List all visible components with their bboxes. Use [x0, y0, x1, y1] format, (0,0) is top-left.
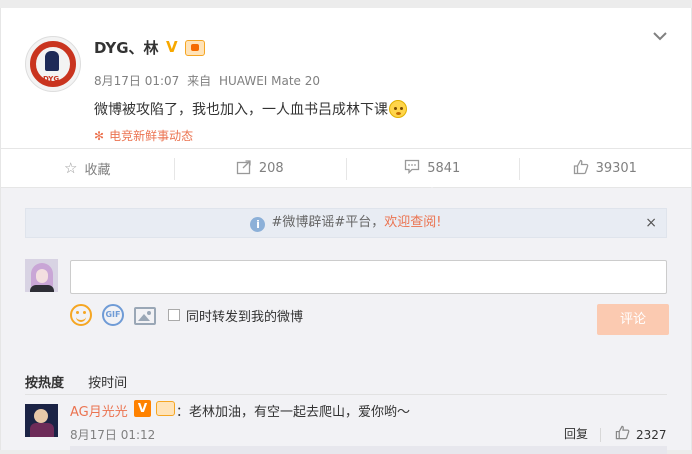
commenter-avatar[interactable]	[25, 404, 58, 437]
verified-icon: V	[134, 400, 151, 417]
member-badge-icon[interactable]	[185, 40, 205, 56]
current-user-avatar	[25, 259, 58, 292]
like-count: 39301	[595, 160, 637, 176]
post: DYG DYG、林 V 8月17日 01:07 来自 HUAWEI Mate 2…	[1, 8, 691, 148]
avatar-body	[30, 285, 54, 292]
avatar-face	[36, 269, 48, 283]
flushed-emoji-icon	[389, 100, 407, 118]
comment-button[interactable]: 5841	[346, 149, 519, 194]
chevron-down-icon[interactable]	[652, 31, 668, 41]
thumb-up-icon	[573, 159, 589, 178]
topic-label: 电竞新鲜事动态	[109, 129, 194, 143]
post-content: 微博被攻陷了，我也加入，一人血书吕成林下课	[94, 99, 407, 119]
post-via-prefix: 来自	[187, 74, 212, 88]
favorite-label: 收藏	[84, 162, 111, 178]
notice-link[interactable]: 欢迎查阅!	[384, 215, 441, 230]
post-meta: 8月17日 01:07 来自 HUAWEI Mate 20	[94, 72, 324, 89]
divider	[25, 394, 667, 395]
sort-by-time-tab[interactable]: 按时间	[88, 376, 127, 391]
post-text: 微博被攻陷了，我也加入，一人血书吕成林下课	[94, 102, 388, 118]
topic-link[interactable]: ✻ 电竞新鲜事动态	[94, 127, 193, 144]
comment-section: i #微博辟谣#平台，欢迎查阅! × GIF 同时转发到我的微博 评论 按热度 按…	[1, 188, 691, 454]
favorite-button[interactable]: ☆ 收藏	[1, 149, 174, 187]
weibo-card: DYG DYG、林 V 8月17日 01:07 来自 HUAWEI Mate 2…	[0, 8, 692, 454]
submit-comment-button[interactable]: 评论	[597, 304, 669, 335]
emoji-icon[interactable]	[70, 304, 92, 326]
divider	[600, 428, 601, 442]
image-icon[interactable]	[134, 307, 156, 325]
post-device: HUAWEI Mate 20	[218, 74, 321, 88]
comment-count: 5841	[427, 160, 461, 176]
share-icon	[236, 159, 252, 178]
verified-icon: V	[166, 38, 178, 56]
like-button[interactable]: 39301	[518, 149, 692, 187]
repost-button[interactable]: 208	[173, 149, 347, 187]
comment-time: 8月17日 01:12	[70, 428, 156, 442]
comment-like-count: 2327	[636, 427, 667, 442]
asterisk-icon: ✻	[94, 129, 105, 143]
nested-replies	[70, 446, 667, 454]
sort-by-hot-tab[interactable]: 按热度	[25, 376, 64, 391]
commenter-name[interactable]: AG月光光	[70, 401, 128, 420]
rumor-notice-banner: i #微博辟谣#平台，欢迎查阅! ×	[25, 208, 667, 238]
action-bar: ☆ 收藏 208 5841 39301	[1, 148, 692, 194]
comment-sort: 按热度 按时间	[25, 372, 147, 391]
repost-count: 208	[258, 160, 284, 176]
star-icon: ☆	[64, 158, 78, 177]
repost-checkbox-label[interactable]: 同时转发到我的微博	[186, 306, 303, 325]
comment-text: ：老林加油，有空一起去爬山，爱你哟～	[176, 405, 411, 420]
comment-toolbar: GIF 同时转发到我的微博	[70, 304, 303, 326]
avatar-body	[30, 423, 54, 437]
author-name[interactable]: DYG、林	[94, 37, 159, 58]
info-icon: i	[250, 217, 266, 232]
repost-checkbox[interactable]	[168, 309, 180, 321]
post-time[interactable]: 8月17日 01:07	[94, 74, 179, 88]
author-avatar[interactable]: DYG	[25, 36, 81, 92]
avatar-face	[34, 409, 48, 423]
thumb-up-icon	[615, 425, 630, 444]
close-icon[interactable]: ×	[645, 209, 657, 237]
comment-input[interactable]	[70, 260, 667, 294]
gif-icon[interactable]: GIF	[102, 304, 124, 326]
avatar-figure	[45, 51, 59, 71]
notice-text: #微博辟谣#平台，	[271, 215, 385, 230]
member-badge-icon[interactable]	[156, 401, 175, 416]
reply-button[interactable]: 回复	[564, 425, 588, 442]
comment-like-button[interactable]: 2327	[615, 425, 667, 444]
comment-icon	[404, 159, 420, 177]
avatar-logo-text: DYG	[43, 75, 60, 83]
